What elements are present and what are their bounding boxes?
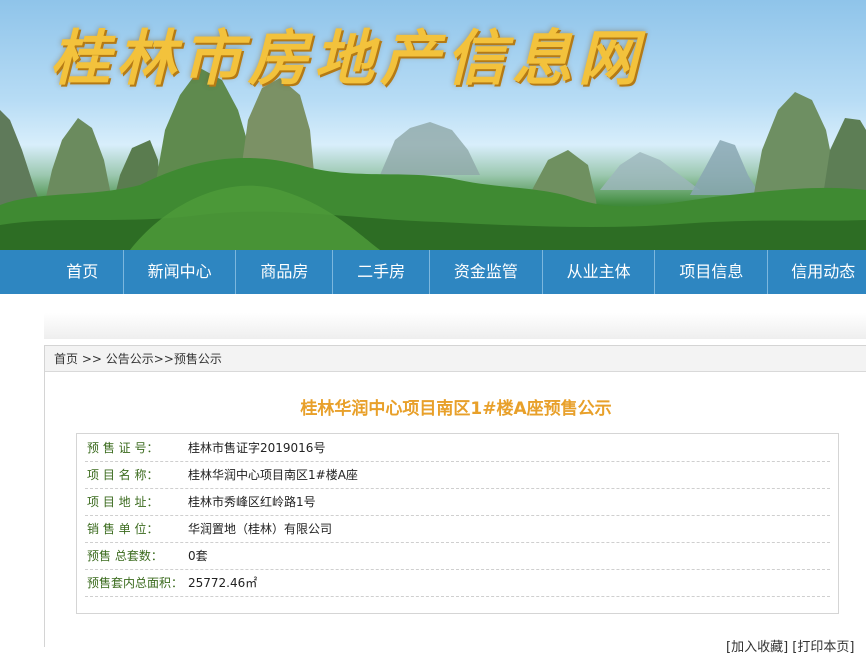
nav-item-funds[interactable]: 资金监管 bbox=[430, 250, 543, 294]
nav-item-projects[interactable]: 项目信息 bbox=[655, 250, 769, 294]
info-row: 预售套内总面积： 25772.46㎡ bbox=[85, 570, 830, 597]
breadcrumb-current: 预售公示 bbox=[173, 352, 222, 366]
header-banner: 桂林市房地产信息网 bbox=[0, 0, 866, 250]
info-row: 销 售 单 位： 华润置地（桂林）有限公司 bbox=[85, 516, 830, 543]
field-label: 预 售 证 号： bbox=[87, 441, 159, 455]
site-logo-title: 桂林市房地产信息网 bbox=[50, 24, 644, 94]
nav-item-credit[interactable]: 信用动态 bbox=[768, 250, 866, 294]
info-row: 项 目 地 址： 桂林市秀峰区红岭路1号 bbox=[85, 489, 830, 516]
print-page-link[interactable]: [打印本页] bbox=[792, 640, 854, 655]
field-value: 25772.46㎡ bbox=[188, 576, 258, 590]
presale-info-table: 预 售 证 号： 桂林市售证字2019016号 项 目 名 称： 桂林华润中心项… bbox=[76, 433, 839, 614]
add-favorite-link[interactable]: [加入收藏] bbox=[726, 640, 788, 655]
field-label: 销 售 单 位： bbox=[87, 522, 159, 536]
info-row: 预 售 证 号： 桂林市售证字2019016号 bbox=[85, 435, 830, 462]
field-value: 0套 bbox=[188, 549, 208, 563]
section-strip bbox=[44, 313, 866, 339]
nav-item-new-homes[interactable]: 商品房 bbox=[236, 250, 334, 294]
main-nav: 首页 新闻中心 商品房 二手房 资金监管 从业主体 项目信息 信用动态 bbox=[0, 250, 866, 294]
field-value: 桂林华润中心项目南区1#楼A座 bbox=[188, 468, 358, 482]
nav-item-practitioners[interactable]: 从业主体 bbox=[543, 250, 656, 294]
field-value: 桂林市秀峰区红岭路1号 bbox=[188, 495, 316, 509]
breadcrumb-separator: >> bbox=[81, 352, 102, 366]
field-label: 项 目 地 址： bbox=[87, 495, 159, 509]
field-value: 华润置地（桂林）有限公司 bbox=[188, 522, 333, 536]
breadcrumb-announcements[interactable]: 公告公示>> bbox=[106, 352, 174, 366]
content-panel: 首页 >> 公告公示>>预售公示 桂林华润中心项目南区1#楼A座预售公示 预 售… bbox=[44, 345, 866, 647]
field-label: 项 目 名 称： bbox=[87, 468, 159, 482]
breadcrumb: 首页 >> 公告公示>>预售公示 bbox=[45, 346, 866, 372]
field-value: 桂林市售证字2019016号 bbox=[188, 441, 326, 455]
field-label: 预售套内总面积： bbox=[87, 576, 184, 590]
nav-item-resale[interactable]: 二手房 bbox=[333, 250, 430, 294]
page-title: 桂林华润中心项目南区1#楼A座预售公示 bbox=[300, 399, 612, 419]
info-row: 项 目 名 称： 桂林华润中心项目南区1#楼A座 bbox=[85, 462, 830, 489]
breadcrumb-home[interactable]: 首页 bbox=[54, 352, 78, 366]
info-row: 预售 总套数： 0套 bbox=[85, 543, 830, 570]
field-label: 预售 总套数： bbox=[87, 549, 163, 563]
nav-item-home[interactable]: 首页 bbox=[42, 250, 124, 294]
nav-item-news[interactable]: 新闻中心 bbox=[124, 250, 237, 294]
